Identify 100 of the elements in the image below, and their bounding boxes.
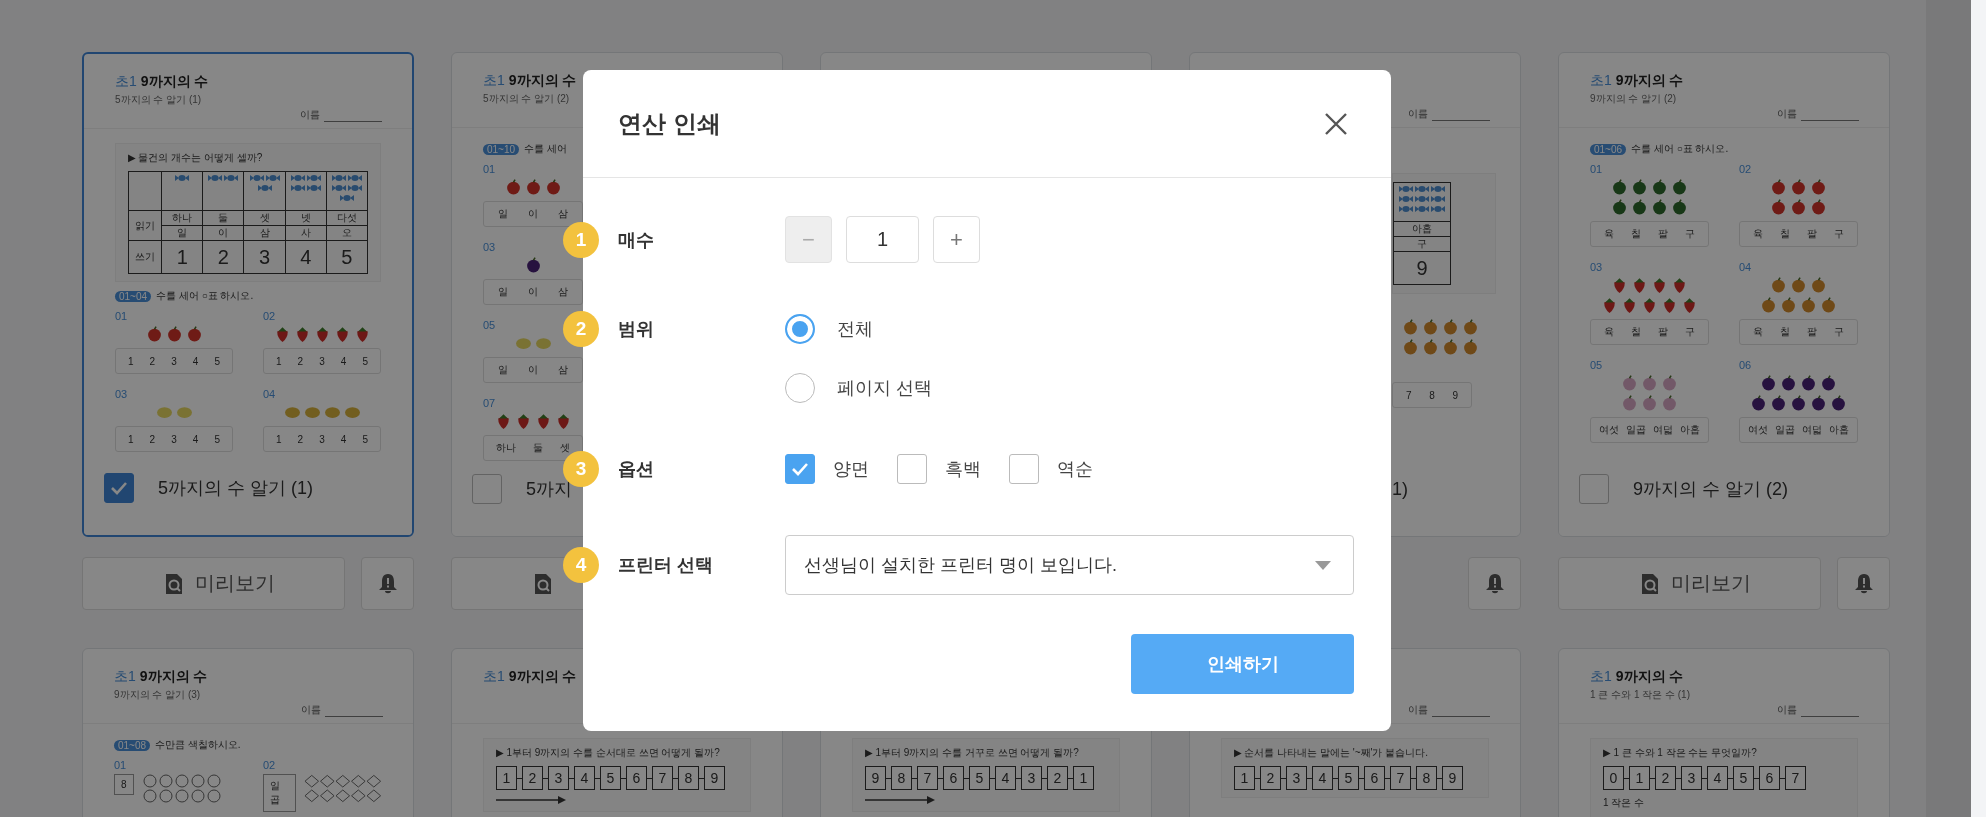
bell-button[interactable]: [1837, 557, 1890, 610]
choice-option: 일: [498, 285, 508, 299]
number-box: 3: [548, 766, 569, 790]
table-cell: 9: [1393, 251, 1451, 285]
printer-select[interactable]: 선생님이 설치한 프린터 명이 보입니다.: [785, 535, 1354, 595]
table-cell: 이: [202, 225, 244, 241]
choice-option: 이: [528, 363, 538, 377]
option-label[interactable]: 역순: [1057, 457, 1093, 481]
watermelon-icon: [1671, 178, 1688, 195]
checkbox[interactable]: [1009, 454, 1039, 484]
pear-icon: [1790, 276, 1807, 293]
option-label[interactable]: 양면: [833, 457, 869, 481]
choice-option: 2: [297, 355, 304, 367]
choice-option: 4: [192, 433, 199, 445]
radio-button[interactable]: [785, 314, 815, 344]
field-label: 프린터 선택: [618, 554, 713, 577]
preview-button[interactable]: 미리보기: [1558, 557, 1821, 610]
option-label[interactable]: 흑백: [945, 457, 981, 481]
preview-button[interactable]: 미리보기: [82, 557, 345, 610]
apple-icon: [1810, 178, 1827, 195]
candy-icon: [1431, 205, 1445, 213]
checkbox[interactable]: [785, 454, 815, 484]
candy-icon: [1415, 205, 1429, 213]
choice-option: 이: [528, 207, 538, 221]
apple-icon: [1810, 198, 1827, 215]
checkbox[interactable]: [472, 474, 502, 504]
worksheet-card[interactable]: 초1 9까지의 수 9까지의 수 알기 (2) 이름 01~06 수를 세어 ○표 하시오. 01 육 칠 팔 구 02 육 칠 팔 구 03 육 칠 팔 구 04 육 칠 팔 구 05 여섯 일곱 여덟 아홉 06 여섯 일곱 여덟 아홉 9까지의 수 알기 (2): [1558, 52, 1890, 537]
strawberry-icon: [1621, 296, 1638, 313]
checkbox[interactable]: [1579, 474, 1609, 504]
choice-option: 팔: [1807, 325, 1818, 339]
worksheet-card[interactable]: 초1 9까지의 수 1 큰 수와 1 작은 수 (1) 이름 ▶ 1 큰 수와 1 작은 수는 무엇일까? 0 1 2 3 4 5 6 7 1 작은 수: [1558, 648, 1890, 817]
choice-option: 5: [214, 433, 220, 445]
candy-icon: [1399, 185, 1413, 193]
choice-option: 1: [276, 355, 282, 367]
onion-icon: [1641, 374, 1658, 391]
name-label: 이름: [1777, 107, 1797, 121]
choice-option: 칠: [1630, 227, 1641, 241]
prompt-cell: 8: [114, 774, 134, 795]
worksheet-name: 1): [1392, 478, 1408, 501]
increment-button[interactable]: +: [933, 216, 980, 263]
worksheet-title: 9까지의 수: [140, 73, 209, 91]
problem-number: 07: [483, 397, 497, 409]
grade-label: 초1: [1590, 668, 1612, 686]
choice-option: 일: [498, 207, 508, 221]
choice-option: 2: [149, 355, 156, 367]
name-label: 이름: [300, 108, 320, 122]
worksheet-name: 9까지의 수 알기 (2): [1633, 478, 1788, 501]
choice-option: 이: [528, 285, 538, 299]
problem-number: 02: [263, 310, 277, 322]
checkbox[interactable]: [897, 454, 927, 484]
option-label[interactable]: 전체: [837, 317, 873, 341]
worksheet-card[interactable]: 초1 9까지의 수 5까지의 수 알기 (1) 이름 ▶ 물건의 개수는 어떻게 셀까? 읽기 하나 둘 셋 넷 다섯 일 이 삼 사 오 쓰기 1 2 3 4 5 01~04 수를 세어 ○표 하시오. 01 1 2 3 4 5 02 1 2 3 4 5 03 1 2 3 4 5 04 1 2 3 4 5 5까지의 수 알기 (1): [82, 52, 414, 537]
worksheet-subtitle: 5까지의 수 알기 (2): [483, 92, 571, 106]
choice-option: 팔: [1658, 227, 1669, 241]
question-text: ▶ 물건의 개수는 어떻게 셀까?: [128, 151, 264, 165]
number-box: 6: [626, 766, 647, 790]
option-label[interactable]: 페이지 선택: [837, 376, 932, 400]
pear-icon: [1462, 318, 1479, 335]
worksheet-card[interactable]: 초1 9까지의 수 9까지의 수 알기 (3) 이름 01~08 수만큼 색칠하시오. 01 8 02 일곱: [82, 648, 414, 817]
problem-range-tag: 01~10: [483, 143, 520, 155]
choice-option: 1: [276, 433, 282, 445]
problem-range-tag: 01~04: [115, 290, 152, 302]
radio-button[interactable]: [785, 373, 815, 403]
problem-number: 01: [114, 759, 128, 771]
number-box: 5: [969, 766, 990, 790]
problem-number: 03: [1590, 261, 1604, 273]
field-label: 옵션: [618, 458, 654, 481]
candy-icon: [1415, 185, 1429, 193]
pear-icon: [1422, 318, 1439, 335]
candy-icon: [175, 174, 190, 182]
apple-icon: [544, 178, 562, 195]
number-box: 7: [1785, 766, 1806, 790]
document-search-icon: [1639, 572, 1661, 595]
question-text: ▶ 1 큰 수와 1 작은 수는 무엇일까?: [1603, 746, 1758, 760]
table-cell: 3: [243, 240, 286, 274]
worksheet-subtitle: 9까지의 수 알기 (2): [1590, 92, 1678, 106]
quantity-field[interactable]: 1: [846, 216, 919, 263]
pear-icon: [1820, 296, 1837, 313]
choice-option: 칠: [1779, 227, 1790, 241]
choice-option: 삼: [558, 285, 568, 299]
worksheet-subtitle: 9까지의 수 알기 (3): [114, 688, 202, 702]
choice-option: 육: [1752, 325, 1763, 339]
grape-icon: [1760, 374, 1777, 391]
checkbox[interactable]: [104, 473, 134, 503]
number-box: 9: [1442, 766, 1463, 790]
choice-option: 삼: [558, 207, 568, 221]
choice-option: 3: [171, 355, 177, 367]
worksheet-name: 5까지의 수 알기 (1): [158, 477, 313, 500]
choice-option: 3: [319, 355, 325, 367]
number-box: 9: [865, 766, 886, 790]
choice-option: 일: [498, 363, 508, 377]
document-search-icon: [532, 572, 554, 595]
table-cell: 일: [161, 225, 203, 241]
number-box: 4: [574, 766, 595, 790]
choice-option: 삼: [558, 363, 568, 377]
grape-icon: [1750, 394, 1767, 411]
dialog-title: 연산 인쇄: [618, 108, 721, 139]
bell-button[interactable]: [1468, 557, 1521, 610]
bell-button[interactable]: [361, 557, 414, 610]
prompt-cell: 일곱: [263, 774, 297, 812]
